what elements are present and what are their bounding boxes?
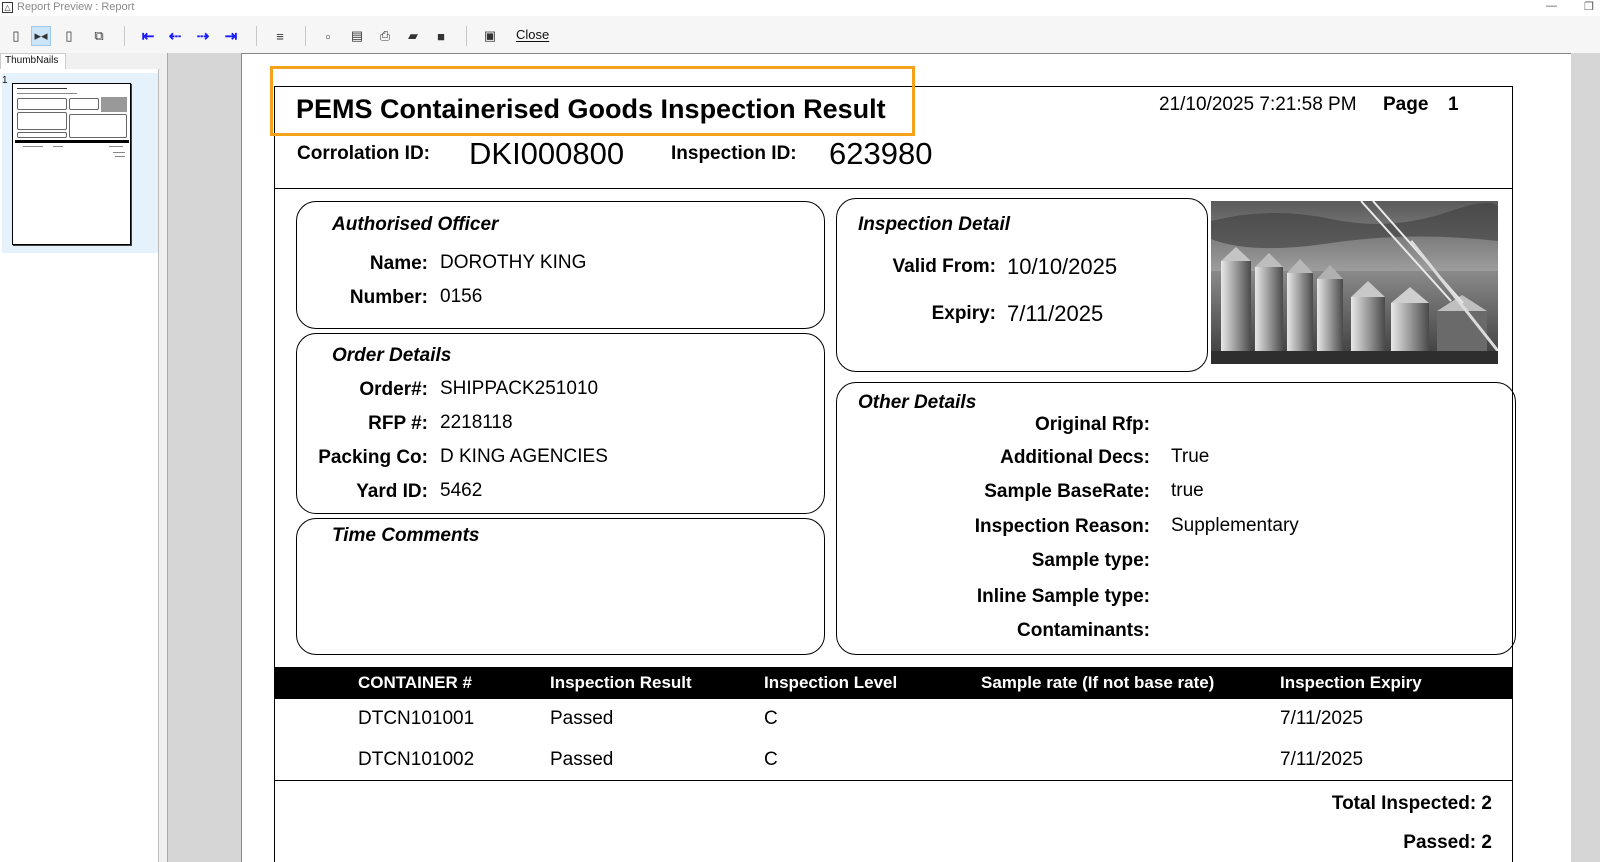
inspection-reason-value: Supplementary <box>1171 515 1299 536</box>
app-icon: △ <box>2 2 13 13</box>
single-page-icon[interactable]: ▯ <box>59 26 79 46</box>
rfp-label: RFP #: <box>368 413 428 434</box>
other-details-title: Other Details <box>858 392 977 413</box>
print-icon[interactable]: ⎙ <box>375 26 395 46</box>
copy-icon[interactable]: ⧉ <box>89 26 109 46</box>
thumbnail-page-number: 1 <box>2 75 8 86</box>
window-titlebar: △ Report Preview : Report — ❐ <box>0 0 1600 16</box>
row1-container: DTCN101001 <box>358 708 475 729</box>
header-divider <box>274 188 1513 189</box>
report-title: PEMS Containerised Goods Inspection Resu… <box>296 94 886 124</box>
yard-id-value: 5462 <box>440 480 483 501</box>
contaminants-label: Contaminants: <box>1017 620 1150 641</box>
inspection-id-label: Inspection ID: <box>671 143 797 164</box>
toolbar-separator <box>466 26 467 46</box>
close-button[interactable]: Close <box>516 27 549 42</box>
toolbar: ▯ ▸◂ ▯ ⧉ ⇤ ⇠ ⇢ ⇥ ≡ ▫ ▤ ⎙ ▰ ■ ▣ Close <box>0 16 1600 53</box>
grain-silo-photo <box>1211 201 1498 364</box>
col-inspection-expiry: Inspection Expiry <box>1280 673 1422 692</box>
packing-co-value: D KING AGENCIES <box>440 446 608 467</box>
page-number: 1 <box>1448 94 1459 115</box>
go-to-page-icon[interactable]: ≡ <box>270 26 290 46</box>
row1-result: Passed <box>550 708 614 729</box>
open-icon[interactable]: ▰ <box>403 26 423 46</box>
order-number-value: SHIPPACK251010 <box>440 378 599 399</box>
container-table-header: CONTAINER # Inspection Result Inspection… <box>274 667 1513 699</box>
sample-type-label: Sample type: <box>1031 550 1150 571</box>
report-datetime: 21/10/2025 7:21:58 PM <box>1159 94 1357 115</box>
page-icon[interactable]: ▯ <box>6 26 26 46</box>
row2-result: Passed <box>550 749 614 770</box>
officer-number-label: Number: <box>349 287 428 308</box>
toolbar-separator <box>256 26 257 46</box>
rfp-value: 2218118 <box>440 412 513 433</box>
tab-thumbnails[interactable]: ThumbNails <box>0 53 66 69</box>
table-divider <box>274 780 1513 781</box>
thumbnail-page-1[interactable] <box>12 83 131 245</box>
total-inspected: Total Inspected: 2 <box>1331 793 1492 814</box>
last-page-icon[interactable]: ⇥ <box>221 26 241 46</box>
row1-expiry: 7/11/2025 <box>1280 708 1364 729</box>
sample-baserate-label: Sample BaseRate: <box>984 481 1150 502</box>
officer-name-label: Name: <box>369 253 428 274</box>
original-rfp-label: Original Rfp: <box>1034 414 1150 435</box>
two-page-icon[interactable]: ▸◂ <box>31 26 51 46</box>
toolbar-separator <box>305 26 306 46</box>
additional-decs-label: Additional Decs: <box>1000 447 1150 468</box>
order-number-label: Order#: <box>359 379 428 400</box>
total-passed: Passed: 2 <box>1403 832 1492 853</box>
inspection-id-value: 623980 <box>829 136 933 171</box>
sample-baserate-value: true <box>1171 480 1204 501</box>
setup-icon[interactable]: ▤ <box>347 26 367 46</box>
col-container: CONTAINER # <box>358 673 472 692</box>
expiry-value: 7/11/2025 <box>1007 301 1104 326</box>
col-inspection-result: Inspection Result <box>550 673 692 692</box>
expiry-label: Expiry: <box>931 303 996 324</box>
valid-from-value: 10/10/2025 <box>1007 254 1118 279</box>
time-comments-title: Time Comments <box>332 525 480 546</box>
window-title: Report Preview : Report <box>17 1 135 13</box>
new-icon[interactable]: ▫ <box>318 26 338 46</box>
inspection-detail-title: Inspection Detail <box>858 214 1011 235</box>
order-details-title: Order Details <box>332 345 452 366</box>
row2-level: C <box>764 749 778 770</box>
prev-page-icon[interactable]: ⇠ <box>165 26 185 46</box>
row1-level: C <box>764 708 778 729</box>
officer-name-value: DOROTHY KING <box>440 252 587 273</box>
officer-number-value: 0156 <box>440 286 483 307</box>
minimize-button[interactable]: — <box>1546 0 1557 12</box>
next-page-icon[interactable]: ⇢ <box>193 26 213 46</box>
valid-from-label: Valid From: <box>892 256 996 277</box>
page-label: Page <box>1383 94 1429 115</box>
col-sample-rate: Sample rate (If not base rate) <box>981 673 1215 692</box>
col-inspection-level: Inspection Level <box>764 673 898 692</box>
first-page-icon[interactable]: ⇤ <box>138 26 158 46</box>
yard-id-label: Yard ID: <box>356 481 428 502</box>
row2-expiry: 7/11/2025 <box>1280 749 1364 770</box>
correlation-id-value: DKI000800 <box>469 136 625 171</box>
save-icon[interactable]: ■ <box>431 26 451 46</box>
packing-co-label: Packing Co: <box>318 447 428 468</box>
help-icon[interactable]: ▣ <box>480 26 500 46</box>
correlation-id-label: Corrolation ID: <box>297 143 430 164</box>
thumbnail-panel: 1 <box>0 69 159 862</box>
additional-decs-value: True <box>1171 446 1210 467</box>
authorised-officer-title: Authorised Officer <box>332 214 499 235</box>
toolbar-separator <box>124 26 125 46</box>
restore-button[interactable]: ❐ <box>1584 0 1594 13</box>
row2-container: DTCN101002 <box>358 749 475 770</box>
inspection-reason-label: Inspection Reason: <box>974 516 1150 537</box>
inline-sample-type-label: Inline Sample type: <box>976 586 1150 607</box>
